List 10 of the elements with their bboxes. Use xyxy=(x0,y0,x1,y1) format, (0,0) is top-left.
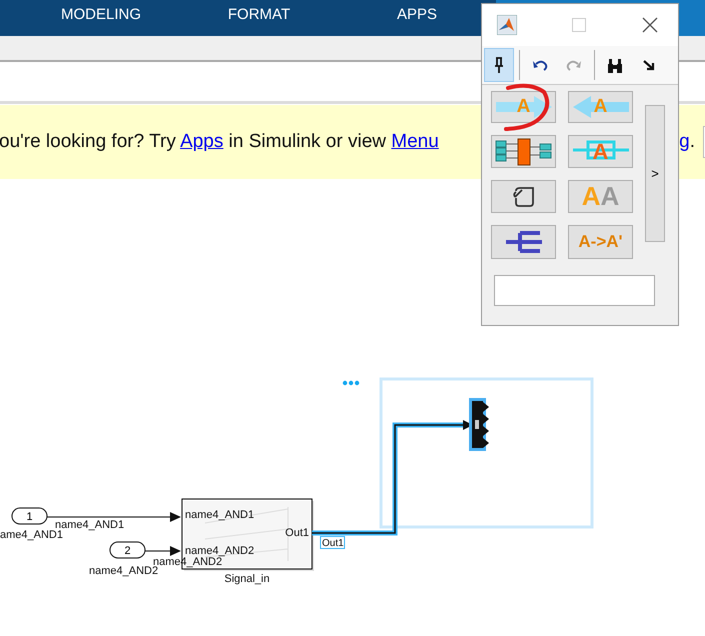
banner-message: ou're looking for? Try Apps in Simulink or view Menu xyxy=(0,131,439,153)
port-label: name4_AND1 xyxy=(185,509,254,521)
port-label: name4_AND2 xyxy=(185,545,254,557)
block-label: ame4_AND1 xyxy=(0,529,63,541)
block-label: name4_AND2 xyxy=(89,565,158,577)
banner-message: g. xyxy=(679,131,695,153)
block-label: Signal_in xyxy=(224,573,270,585)
port-label: Out1 xyxy=(285,527,309,539)
signal-label: name4_AND1 xyxy=(55,519,124,531)
signal-label: Out1 xyxy=(320,536,345,549)
